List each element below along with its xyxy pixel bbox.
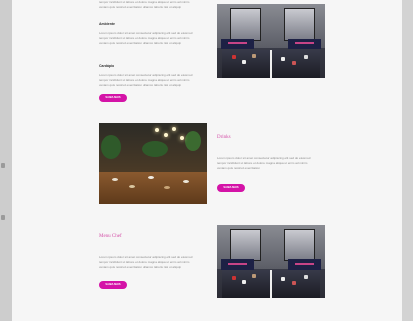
browser-viewport: tempor incididunt ut labore et dolore ma… xyxy=(0,0,413,321)
paragraph-drinks: Lorem ipsum dolor sit amet consectetur a… xyxy=(217,156,311,170)
photo-plant xyxy=(185,131,202,152)
photo-divider xyxy=(269,49,273,78)
section-heading-menu: Menu Chef xyxy=(99,234,122,239)
photo-lamp xyxy=(172,127,177,132)
photo-plant xyxy=(101,135,122,160)
mirrors-photo-top xyxy=(217,4,325,78)
intro-text: tempor incididunt ut labore et dolore ma… xyxy=(99,0,190,9)
paragraph-ambiente: Lorem ipsum dolor sit amet consectetur a… xyxy=(99,31,193,45)
photo-mirror xyxy=(283,228,316,262)
photo-banner xyxy=(221,259,254,270)
photo-lamp xyxy=(155,127,160,132)
photo-divider xyxy=(269,270,273,298)
photo-mirror xyxy=(283,7,316,41)
subheading-cardapio: Cardápio xyxy=(99,64,115,68)
photo-plant xyxy=(142,140,169,157)
page-content: tempor incididunt ut labore et dolore ma… xyxy=(12,0,402,321)
subheading-ambiente: Ambiente xyxy=(99,22,115,26)
restaurant-photo xyxy=(99,123,207,204)
section-heading-drinks: Drinks xyxy=(217,135,231,140)
photo-mirror xyxy=(229,228,262,262)
saiba-mais-button-2[interactable]: SAIBA MAIS xyxy=(217,184,245,192)
edge-handle xyxy=(1,163,5,168)
photo-banner xyxy=(221,38,254,50)
saiba-mais-button-1[interactable]: SAIBA MAIS xyxy=(99,94,127,102)
photo-table xyxy=(99,171,207,204)
saiba-mais-button-3[interactable]: SAIBA MAIS xyxy=(99,281,127,289)
paragraph-cardapio: Lorem ipsum dolor sit amet consectetur a… xyxy=(99,73,193,87)
mirrors-photo-bottom xyxy=(217,225,325,298)
photo-banner xyxy=(288,259,321,270)
photo-banner xyxy=(288,38,321,50)
photo-lamp xyxy=(180,135,184,140)
edge-handle xyxy=(1,215,5,220)
photo-lamp xyxy=(163,132,168,137)
paragraph-menu: Lorem ipsum dolor sit amet consectetur a… xyxy=(99,255,193,269)
left-edge xyxy=(0,0,12,321)
scrollbar-track[interactable] xyxy=(402,0,413,321)
photo-mirror xyxy=(229,7,262,41)
